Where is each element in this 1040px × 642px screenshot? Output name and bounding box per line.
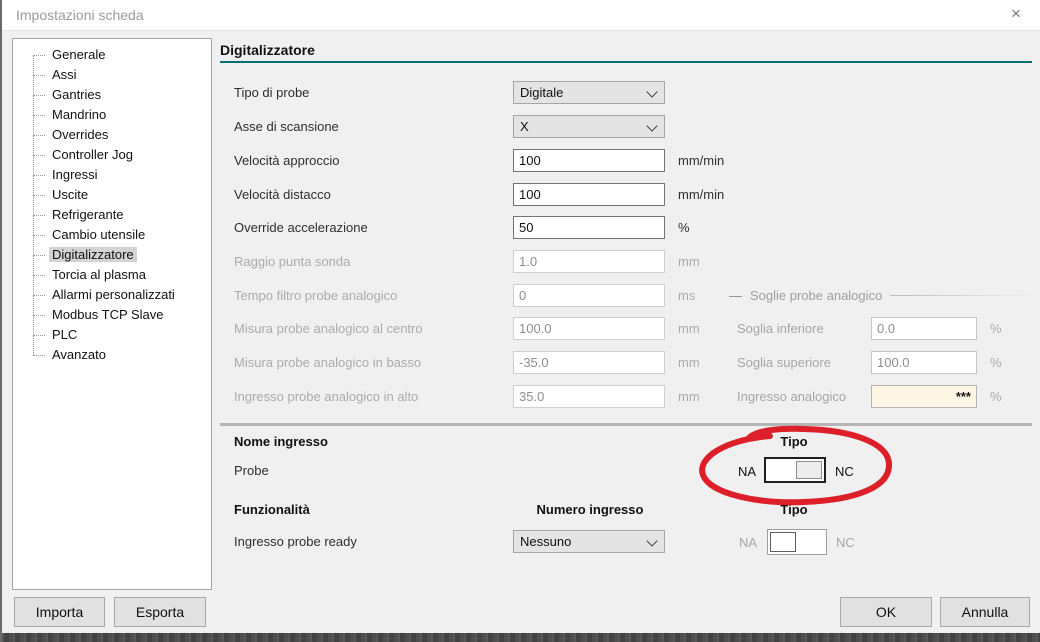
probe-nc-label: NC xyxy=(835,464,854,479)
ingresso-probe-ready-select[interactable]: Nessuno xyxy=(513,530,665,553)
sidebar-item-generale[interactable]: Generale xyxy=(13,45,211,65)
raggio-punta-sonda-unit: mm xyxy=(678,254,700,269)
sidebar-item-controller-jog[interactable]: Controller Jog xyxy=(13,145,211,165)
esporta-button[interactable]: Esporta xyxy=(114,597,206,627)
velocita-approccio-label: Velocità approccio xyxy=(234,153,340,168)
sidebar-item-assi[interactable]: Assi xyxy=(13,65,211,85)
sidebar-item-gantries[interactable]: Gantries xyxy=(13,85,211,105)
velocita-approccio-input[interactable] xyxy=(513,149,665,172)
ingresso-alto-unit: mm xyxy=(678,389,700,404)
toggle-knob[interactable] xyxy=(796,461,822,479)
sidebar-item-ingressi[interactable]: Ingressi xyxy=(13,165,211,185)
ingresso-analogico-unit: % xyxy=(990,389,1002,404)
close-icon[interactable]: × xyxy=(1005,3,1027,25)
tempo-filtro-input xyxy=(513,284,665,307)
importa-button[interactable]: Importa xyxy=(14,597,105,627)
soglie-group-title: Soglie probe analogico xyxy=(750,288,882,303)
dash-icon: — xyxy=(729,288,742,303)
toggle-knob xyxy=(770,532,796,552)
probe-na-label: NA xyxy=(738,464,756,479)
annulla-button[interactable]: Annulla xyxy=(940,597,1030,627)
misura-centro-label: Misura probe analogico al centro xyxy=(234,321,423,336)
tipo-di-probe-select[interactable]: Digitale xyxy=(513,81,665,104)
sidebar-item-mandrino[interactable]: Mandrino xyxy=(13,105,211,125)
tipo-di-probe-label: Tipo di probe xyxy=(234,85,309,100)
probe-row-label: Probe xyxy=(234,463,269,478)
raggio-punta-sonda-input xyxy=(513,250,665,273)
ingresso-alto-label: Ingresso probe analogico in alto xyxy=(234,389,418,404)
sidebar-item-modbus-tcp-slave[interactable]: Modbus TCP Slave xyxy=(13,305,211,325)
soglie-group-header: — Soglie probe analogico xyxy=(729,288,1037,303)
title-bar: Impostazioni scheda × xyxy=(2,0,1040,31)
sidebar-item-refrigerante[interactable]: Refrigerante xyxy=(13,205,211,225)
func-tipo-toggle xyxy=(767,529,827,555)
raggio-punta-sonda-label: Raggio punta sonda xyxy=(234,254,350,269)
misura-basso-input xyxy=(513,351,665,374)
nome-ingresso-header: Nome ingresso xyxy=(234,434,328,449)
sidebar-item-avanzato[interactable]: Avanzato xyxy=(13,345,211,365)
tempo-filtro-unit: ms xyxy=(678,288,695,303)
sidebar-item-cambio-utensile[interactable]: Cambio utensile xyxy=(13,225,211,245)
sidebar-item-overrides[interactable]: Overrides xyxy=(13,125,211,145)
tipo-header-1: Tipo xyxy=(772,434,816,449)
sidebar-item-plc[interactable]: PLC xyxy=(13,325,211,345)
velocita-distacco-input[interactable] xyxy=(513,183,665,206)
chevron-down-icon xyxy=(646,535,657,546)
sidebar-item-digitalizzatore[interactable]: Digitalizzatore xyxy=(13,245,211,265)
background-window-edge xyxy=(2,633,1040,642)
section-divider xyxy=(220,423,1032,426)
settings-tree: Generale Assi Gantries Mandrino Override… xyxy=(12,38,212,590)
asse-di-scansione-select[interactable]: X xyxy=(513,115,665,138)
page-title: Digitalizzatore xyxy=(220,42,315,58)
group-rule xyxy=(890,295,1037,296)
dialog-impostazioni-scheda: Impostazioni scheda × Generale Assi Gant… xyxy=(0,0,1040,642)
chevron-down-icon xyxy=(646,120,657,131)
ingresso-analogico-value xyxy=(871,385,977,408)
soglia-inferiore-label: Soglia inferiore xyxy=(737,321,824,336)
ingresso-analogico-label: Ingresso analogico xyxy=(737,389,846,404)
accent-rule xyxy=(220,61,1032,63)
misura-basso-label: Misura probe analogico in basso xyxy=(234,355,421,370)
sidebar-item-torcia-al-plasma[interactable]: Torcia al plasma xyxy=(13,265,211,285)
ok-button[interactable]: OK xyxy=(840,597,932,627)
ingresso-alto-input xyxy=(513,385,665,408)
probe-tipo-toggle[interactable] xyxy=(764,457,826,483)
funzionalita-header: Funzionalità xyxy=(234,502,310,517)
ingresso-probe-ready-label: Ingresso probe ready xyxy=(234,534,357,549)
misura-centro-unit: mm xyxy=(678,321,700,336)
soglia-superiore-unit: % xyxy=(990,355,1002,370)
sidebar-item-allarmi-personalizzati[interactable]: Allarmi personalizzati xyxy=(13,285,211,305)
tempo-filtro-label: Tempo filtro probe analogico xyxy=(234,288,397,303)
func-na-label: NA xyxy=(739,535,757,550)
override-accelerazione-label: Override accelerazione xyxy=(234,220,368,235)
dialog-title: Impostazioni scheda xyxy=(16,7,144,23)
velocita-distacco-label: Velocità distacco xyxy=(234,187,331,202)
velocita-distacco-unit: mm/min xyxy=(678,187,724,202)
asse-di-scansione-label: Asse di scansione xyxy=(234,119,339,134)
soglia-superiore-input xyxy=(871,351,977,374)
chevron-down-icon xyxy=(646,86,657,97)
override-accelerazione-unit: % xyxy=(678,220,690,235)
misura-basso-unit: mm xyxy=(678,355,700,370)
misura-centro-input xyxy=(513,317,665,340)
tipo-header-2: Tipo xyxy=(772,502,816,517)
sidebar-item-uscite[interactable]: Uscite xyxy=(13,185,211,205)
override-accelerazione-input[interactable] xyxy=(513,216,665,239)
soglia-superiore-label: Soglia superiore xyxy=(737,355,831,370)
tree-list: Generale Assi Gantries Mandrino Override… xyxy=(13,39,211,365)
numero-ingresso-header: Numero ingresso xyxy=(510,502,670,517)
func-nc-label: NC xyxy=(836,535,855,550)
velocita-approccio-unit: mm/min xyxy=(678,153,724,168)
soglia-inferiore-unit: % xyxy=(990,321,1002,336)
soglia-inferiore-input xyxy=(871,317,977,340)
